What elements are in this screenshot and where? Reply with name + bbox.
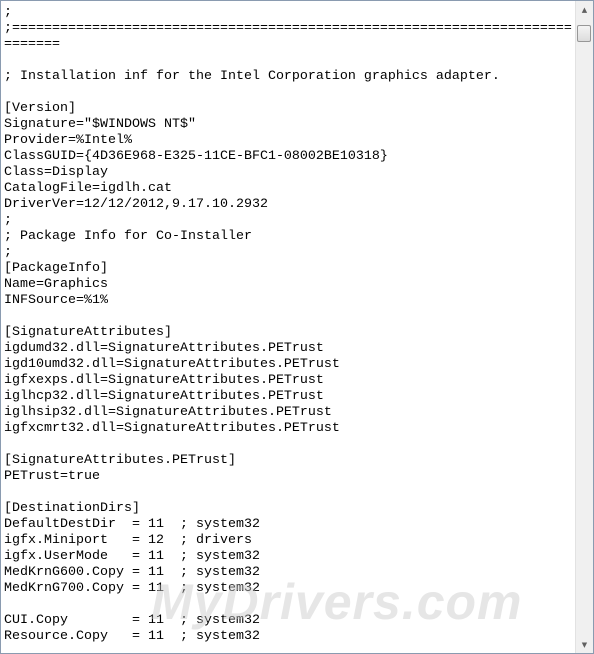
text-line: DriverVer=12/12/2012,9.17.10.2932: [4, 197, 268, 212]
text-line: igfx.Miniport = 12 ; drivers: [4, 533, 252, 548]
text-line: igdumd32.dll=SignatureAttributes.PETrust: [4, 341, 324, 356]
text-line: ;: [4, 245, 12, 260]
text-line: igfxcmrt32.dll=SignatureAttributes.PETru…: [4, 421, 340, 436]
text-line: =======: [4, 37, 60, 52]
text-line: [1, 53, 575, 69]
vertical-scrollbar[interactable]: ▲ ▼: [575, 1, 593, 653]
text-line: [1, 485, 575, 501]
text-line: DefaultDestDir = 11 ; system32: [4, 517, 260, 532]
text-line: [1, 85, 575, 101]
text-line: igd10umd32.dll=SignatureAttributes.PETru…: [4, 357, 340, 372]
text-line: ;: [4, 5, 12, 20]
text-line: Provider=%Intel%: [4, 133, 132, 148]
text-line: igfxexps.dll=SignatureAttributes.PETrust: [4, 373, 324, 388]
text-line: CUI.Copy = 11 ; system32: [4, 613, 260, 628]
text-line: ClassGUID={4D36E968-E325-11CE-BFC1-08002…: [4, 149, 388, 164]
scroll-down-arrow-icon[interactable]: ▼: [576, 636, 593, 653]
text-line: [1, 309, 575, 325]
text-line: [SignatureAttributes]: [4, 325, 172, 340]
text-line: [1, 597, 575, 613]
text-line: [DestinationDirs]: [4, 501, 140, 516]
text-line: CatalogFile=igdlh.cat: [4, 181, 172, 196]
text-line: [PackageInfo]: [4, 261, 108, 276]
text-line: [SignatureAttributes.PETrust]: [4, 453, 236, 468]
text-line: PETrust=true: [4, 469, 100, 484]
text-line: iglhsip32.dll=SignatureAttributes.PETrus…: [4, 405, 332, 420]
text-line: Resource.Copy = 11 ; system32: [4, 629, 260, 644]
text-line: [Version]: [4, 101, 76, 116]
text-line: Signature="$WINDOWS NT$": [4, 117, 196, 132]
text-line: INFSource=%1%: [4, 293, 108, 308]
scrollbar-thumb[interactable]: [577, 25, 591, 42]
text-line: ;: [4, 213, 12, 228]
text-line: Class=Display: [4, 165, 108, 180]
text-area[interactable]: ; ;======================================…: [1, 5, 575, 653]
text-line: [1, 437, 575, 453]
text-editor-window: ; ;======================================…: [0, 0, 594, 654]
scroll-up-arrow-icon[interactable]: ▲: [576, 1, 593, 18]
text-line: ; Installation inf for the Intel Corpora…: [4, 69, 500, 84]
text-line: igfx.UserMode = 11 ; system32: [4, 549, 260, 564]
text-line: MedKrnG700.Copy = 11 ; system32: [4, 581, 260, 596]
text-line: iglhcp32.dll=SignatureAttributes.PETrust: [4, 389, 324, 404]
text-line: MedKrnG600.Copy = 11 ; system32: [4, 565, 260, 580]
text-line: ;=======================================…: [4, 21, 572, 36]
text-line: Name=Graphics: [4, 277, 108, 292]
text-line: ; Package Info for Co-Installer: [4, 229, 252, 244]
